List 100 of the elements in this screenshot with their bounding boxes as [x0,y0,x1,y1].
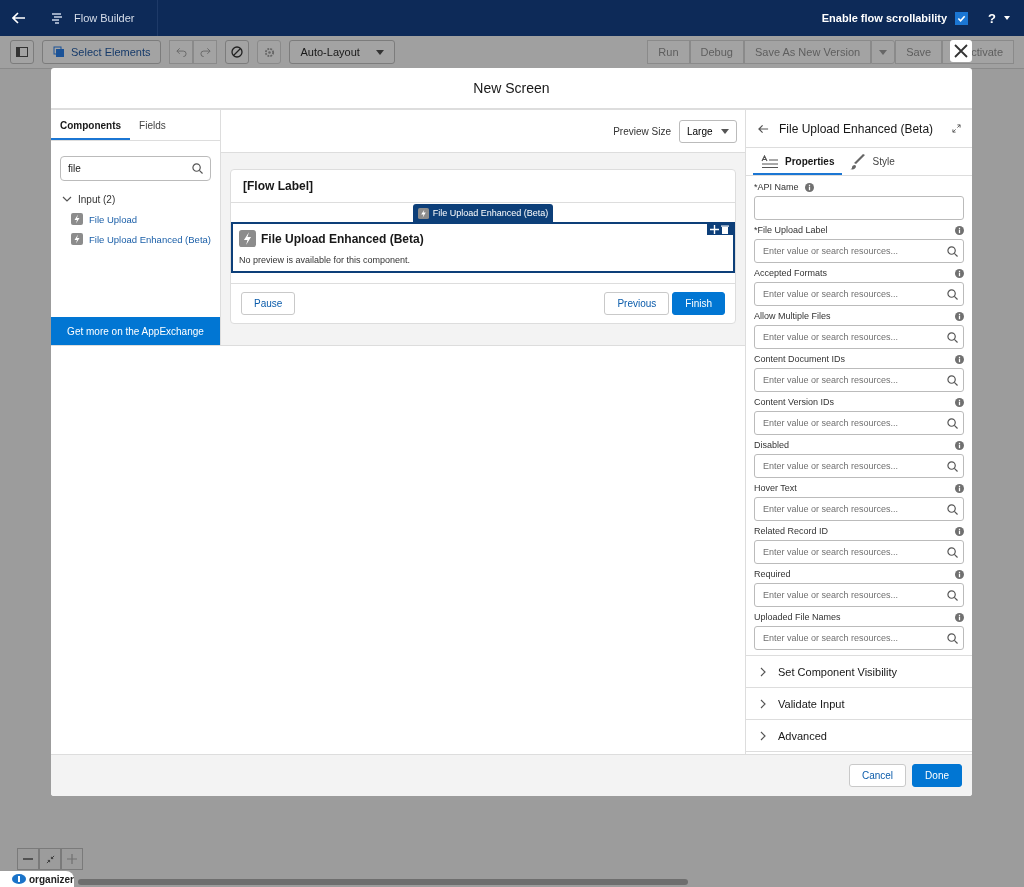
field-label: Uploaded File Names [754,612,841,622]
info-icon[interactable] [955,268,964,278]
sidebar-icon [16,47,28,57]
appexchange-button[interactable]: Get more on the AppExchange [51,317,220,345]
chevron-icon [760,730,766,741]
info-icon[interactable] [955,311,964,321]
back-arrow-icon[interactable] [758,123,769,134]
search-icon [947,460,958,472]
gear-icon [264,46,275,58]
info-icon[interactable] [955,225,964,235]
input-field[interactable]: Enter value or search resources... [754,583,964,607]
input-field[interactable]: Enter value or search resources... [754,325,964,349]
caret-icon [721,128,729,134]
panel-tab[interactable]: Fields [130,110,175,140]
minus-icon [23,858,33,860]
info-icon[interactable] [955,569,964,579]
panel-toggle-button[interactable] [10,40,34,64]
chevron-icon [62,196,72,202]
chevron-icon [760,666,766,677]
collapsible-section[interactable]: Set Component Visibility [746,656,972,688]
zoom-out-button[interactable] [17,848,39,870]
properties-tab[interactable]: Properties [753,148,843,175]
input-field[interactable]: Enter value or search resources... [754,497,964,521]
selected-component[interactable]: File Upload Enhanced (Beta) No preview is available for this component. [231,222,735,273]
layout-dropdown[interactable]: Auto-Layout [289,40,395,64]
screen-button[interactable]: Previous [604,292,670,315]
search-icon [947,503,958,515]
prohibited-icon [231,46,244,58]
preview-size-dropdown[interactable]: Large [679,119,737,143]
lightning-icon [417,207,429,219]
field-label: Content Document IDs [754,354,846,364]
move-delete-icon [710,225,730,234]
input-field[interactable]: Enter value or search resources... [754,368,964,392]
undo-icon [176,47,187,57]
info-icon[interactable] [955,440,964,450]
info-icon[interactable] [955,526,964,536]
input-field[interactable]: Enter value or search resources... [754,239,964,263]
input-field[interactable] [754,196,964,220]
collapsible-section[interactable]: Advanced [746,720,972,752]
info-icon[interactable] [955,612,964,622]
close-icon [954,44,968,58]
component-item[interactable]: File Upload [51,209,220,229]
search-icon [947,288,958,300]
input-field[interactable]: Enter value or search resources... [754,626,964,650]
info-icon[interactable] [955,397,964,407]
input-field[interactable]: Enter value or search resources... [754,454,964,478]
modal-title: New Screen [473,80,550,96]
organizer-badge[interactable]: organizer [0,871,74,887]
field-label: Content Version IDs [754,397,835,407]
info-icon[interactable] [955,354,964,364]
scrollbar[interactable] [78,879,688,885]
chevron-icon [760,698,766,709]
caret-icon[interactable] [1004,16,1010,20]
search-icon [947,245,958,257]
info-icon[interactable] [955,483,964,493]
component-item[interactable]: File Upload Enhanced (Beta) [51,229,220,249]
help-menu[interactable]: ? [988,10,996,26]
input-field[interactable]: Enter value or search resources... [754,411,964,435]
field-label: *API Name [754,182,799,192]
brush-icon [850,153,867,170]
close-button[interactable] [950,40,972,62]
field-label: Accepted Formats [754,268,828,278]
search-icon [947,632,958,644]
footer-button[interactable]: Cancel [848,764,907,787]
scrollability-checkbox[interactable] [955,11,969,25]
properties-tab[interactable]: Style [842,148,903,175]
caret-icon [879,49,888,55]
cloud-icon [12,874,26,884]
input-field[interactable]: Enter value or search resources... [754,540,964,564]
field-label: Allow Multiple Files [754,311,831,321]
lightning-icon [71,233,83,245]
field-label: Hover Text [754,483,797,493]
preview-size-label: Preview Size [613,125,671,137]
text-lines-icon [761,154,779,169]
squares-icon [53,46,65,58]
redo-icon [200,47,211,57]
app-title: Flow Builder [74,12,135,24]
search-icon [947,331,958,343]
panel-tab[interactable]: Components [51,110,131,140]
cancel-circle-button[interactable] [225,40,250,64]
footer-button[interactable]: Done [912,764,962,787]
field-label: *File Upload Label [754,225,828,235]
screen-button[interactable]: Pause [241,292,296,315]
tree-group[interactable]: Input (2) [51,189,220,209]
info-icon[interactable] [804,182,814,192]
select-elements-button[interactable]: Select Elements [42,40,162,64]
collapse-arrows-icon [45,854,55,864]
component-actions[interactable] [707,224,733,235]
input-field[interactable]: Enter value or search resources... [754,282,964,306]
flow-label: [Flow Label] [243,179,313,193]
collapsible-section[interactable]: Validate Input [746,688,972,720]
flow-icon [50,11,64,25]
panel-title: File Upload Enhanced (Beta) [779,121,935,136]
screen-button[interactable]: Finish [672,292,725,315]
expand-icon[interactable] [952,124,961,133]
search-field[interactable]: file [60,156,211,181]
preview-message: No preview is available for this component. [239,255,412,265]
search-icon [947,417,958,429]
search-icon [192,163,203,174]
lightning-icon [239,230,256,247]
